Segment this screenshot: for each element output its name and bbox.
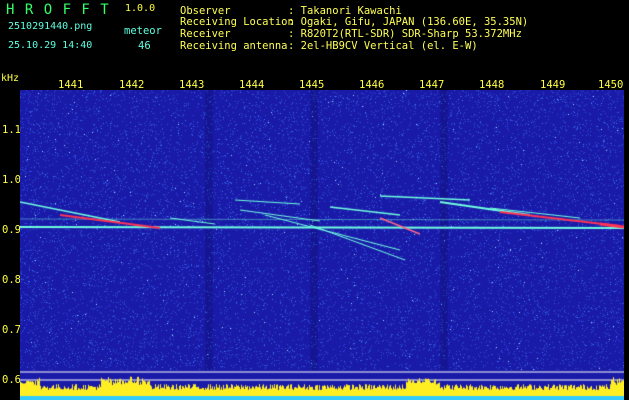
x-tick-label: 1443 xyxy=(179,79,205,91)
x-tick-label: 1447 xyxy=(419,79,445,91)
y-tick-label: 1.1 xyxy=(2,124,21,136)
x-tick-label: 1448 xyxy=(479,79,505,91)
info-label-location: Receiving Location xyxy=(180,16,294,28)
x-tick-label: 1442 xyxy=(119,79,145,91)
y-axis-unit: kHz xyxy=(1,73,20,84)
info-value-antenna: : 2el-HB9CV Vertical (el. E-W) xyxy=(288,40,478,52)
y-tick-label: 0.6 xyxy=(2,374,21,386)
app-version: 1.0.0 xyxy=(125,3,156,14)
spectrogram-canvas xyxy=(20,90,624,400)
x-tick-label: 1450 xyxy=(598,79,624,91)
info-label-observer: Observer xyxy=(180,5,231,17)
x-tick-label: 1441 xyxy=(58,79,84,91)
x-tick-label: 1449 xyxy=(540,79,566,91)
mode-label: meteor xyxy=(124,25,162,37)
x-tick-label: 1446 xyxy=(359,79,385,91)
info-value-location: : Ogaki, Gifu, JAPAN (136.60E, 35.35N) xyxy=(288,16,529,28)
y-tick-label: 0.9 xyxy=(2,224,21,236)
header-panel: H R O F F T 1.0.0 2510291440.png meteor … xyxy=(0,0,629,72)
y-tick-label: 0.8 xyxy=(2,274,21,286)
x-tick-label: 1445 xyxy=(299,79,325,91)
file-name: 2510291440.png xyxy=(8,21,93,32)
info-label-receiver: Receiver xyxy=(180,28,231,40)
y-tick-label: 0.7 xyxy=(2,324,21,336)
info-label-antenna: Receiving antenna xyxy=(180,40,288,52)
date-time: 25.10.29 14:40 xyxy=(8,40,93,51)
app-title: H R O F F T xyxy=(6,2,110,18)
info-value-observer: : Takanori Kawachi xyxy=(288,5,402,17)
meteor-count: 46 xyxy=(138,40,151,52)
info-value-receiver: : R820T2(RTL-SDR) SDR-Sharp 53.372MHz xyxy=(288,28,522,40)
y-tick-label: 1.0 xyxy=(2,174,21,186)
x-tick-label: 1444 xyxy=(239,79,265,91)
